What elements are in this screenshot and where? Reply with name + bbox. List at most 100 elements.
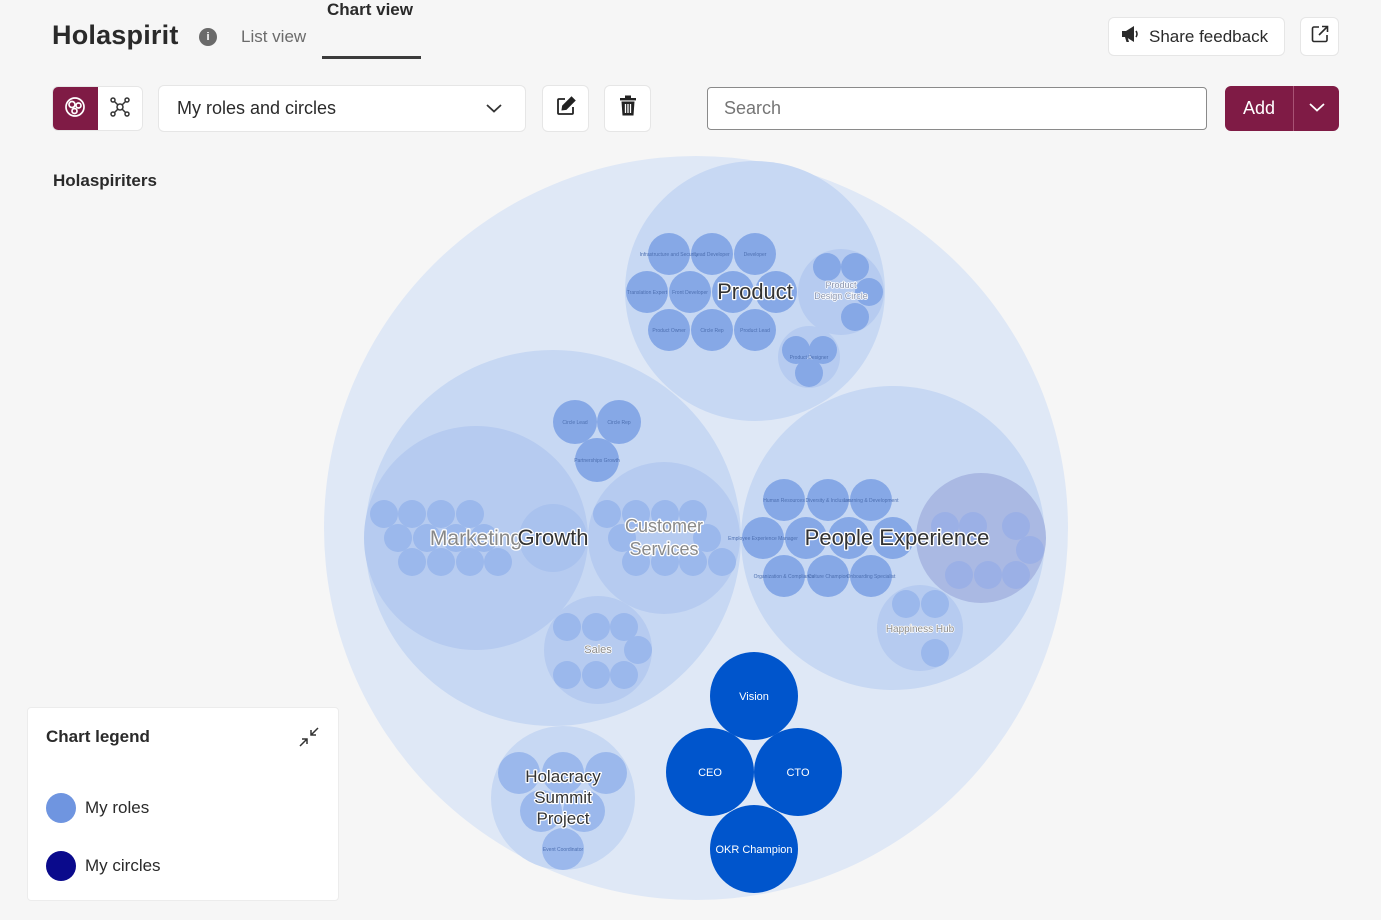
- role-bubble[interactable]: [456, 500, 484, 528]
- role-bubble[interactable]: [553, 661, 581, 689]
- role-bubble[interactable]: [456, 548, 484, 576]
- chevron-down-icon: [1308, 100, 1326, 118]
- delete-filter-button[interactable]: [604, 85, 651, 132]
- tab-list-view[interactable]: List view: [241, 27, 306, 47]
- role-label: Lead Developer: [694, 252, 730, 258]
- role-bubble[interactable]: [795, 359, 823, 387]
- role-label: Circle Rep: [607, 420, 631, 426]
- role-label: Event Coordinator: [543, 847, 584, 853]
- add-button[interactable]: Add: [1225, 86, 1293, 131]
- legend-label-my-roles: My roles: [85, 798, 150, 817]
- role-label: Learning & Development: [843, 498, 899, 504]
- role-bubble[interactable]: [921, 590, 949, 618]
- edit-filter-button[interactable]: [542, 85, 589, 132]
- circle-pack-icon: [64, 96, 86, 123]
- circle-product-label: Product: [717, 279, 793, 304]
- role-bubble[interactable]: [553, 613, 581, 641]
- role-bubble[interactable]: [427, 548, 455, 576]
- collapse-icon: [298, 727, 320, 752]
- circle-growth-label: Growth: [518, 525, 589, 550]
- role-bubble[interactable]: [1016, 536, 1044, 564]
- role-label: Circle Rep: [700, 328, 724, 334]
- legend-title: Chart legend: [46, 727, 150, 746]
- organization-name: Holaspiriters: [53, 171, 157, 190]
- role-bubble[interactable]: [370, 500, 398, 528]
- role-label: Employee Experience Manager: [728, 536, 798, 542]
- active-tab-indicator: [322, 56, 421, 59]
- role-bubble[interactable]: [427, 500, 455, 528]
- add-button-group: Add: [1225, 86, 1339, 131]
- trash-icon: [619, 95, 637, 122]
- external-link-icon: [1310, 24, 1330, 49]
- legend-swatch-my-roles: [46, 793, 76, 823]
- search-input[interactable]: [707, 87, 1207, 130]
- filter-dropdown-value: My roles and circles: [177, 98, 337, 118]
- open-external-button[interactable]: [1300, 17, 1339, 56]
- role-vision-label: Vision: [739, 691, 769, 703]
- circle-product-design-label-line: Design Circle: [814, 291, 868, 301]
- role-label: Partnerships Growth: [574, 458, 620, 464]
- circle-customer-services-label-line: Customer: [625, 516, 703, 536]
- role-bubble[interactable]: [582, 661, 610, 689]
- edit-icon: [555, 95, 577, 122]
- role-label: Human Resources: [763, 498, 805, 504]
- circle-people-experience-label: People Experience: [805, 525, 990, 550]
- role-label: Front Developer: [672, 290, 708, 296]
- circle-holacracy-summit-label-line: Summit: [534, 788, 592, 807]
- role-label: Translation Expert: [627, 290, 668, 296]
- chart-legend: Chart legend My roles My circles: [27, 707, 339, 901]
- legend-item-my-circles: My circles: [46, 851, 161, 881]
- circle-customer-services-label-line: Services: [629, 539, 698, 559]
- share-feedback-button[interactable]: Share feedback: [1108, 17, 1285, 56]
- role-okr-champion-label: OKR Champion: [715, 844, 792, 856]
- share-feedback-label: Share feedback: [1149, 26, 1269, 46]
- role-bubble[interactable]: [384, 524, 412, 552]
- role-bubble[interactable]: [945, 561, 973, 589]
- role-bubble[interactable]: [610, 661, 638, 689]
- role-bubble[interactable]: [708, 548, 736, 576]
- circle-marketing-label: Marketing: [430, 527, 522, 550]
- circle-holacracy-summit-label-line: Holacracy: [525, 767, 601, 786]
- role-bubble[interactable]: [398, 548, 426, 576]
- role-label: Circle Lead: [562, 420, 588, 426]
- add-options-button[interactable]: [1294, 86, 1339, 131]
- role-bubble[interactable]: [813, 253, 841, 281]
- role-label: Product Lead: [740, 328, 770, 334]
- role-bubble[interactable]: [1002, 561, 1030, 589]
- role-label: Product Designer: [790, 355, 829, 361]
- role-bubble[interactable]: [921, 639, 949, 667]
- role-bubble[interactable]: [1002, 512, 1030, 540]
- role-label: Infrastructure and Security: [640, 252, 699, 258]
- role-bubble[interactable]: [892, 590, 920, 618]
- role-bubble[interactable]: [841, 303, 869, 331]
- role-label: Organization & Compliance: [754, 574, 815, 580]
- legend-item-my-roles: My roles: [46, 793, 149, 823]
- filter-dropdown[interactable]: My roles and circles: [158, 85, 526, 132]
- circle-product-design-label-line: Product: [825, 280, 857, 290]
- role-label: Product Owner: [652, 328, 686, 334]
- network-view-button[interactable]: [97, 87, 142, 130]
- role-bubble[interactable]: [841, 253, 869, 281]
- role-ceo-label: CEO: [698, 767, 722, 779]
- role-cto-label: CTO: [786, 767, 809, 779]
- role-label: Culture Champion: [808, 574, 849, 580]
- circle-holacracy-summit-label-line: Project: [537, 809, 590, 828]
- circle-pack-view-button[interactable]: [53, 87, 98, 130]
- role-bubble[interactable]: [974, 561, 1002, 589]
- role-bubble[interactable]: [624, 636, 652, 664]
- role-bubble[interactable]: [484, 548, 512, 576]
- network-icon: [109, 96, 131, 123]
- role-bubble[interactable]: [593, 500, 621, 528]
- chevron-down-icon: [485, 98, 503, 119]
- collapse-legend-button[interactable]: [298, 726, 322, 750]
- info-icon[interactable]: i: [199, 28, 217, 46]
- legend-label-my-circles: My circles: [85, 856, 161, 875]
- circle-happiness-hub-label: Happiness Hub: [886, 624, 955, 635]
- role-bubble[interactable]: [582, 613, 610, 641]
- role-bubble[interactable]: [398, 500, 426, 528]
- role-label: Developer: [744, 252, 767, 258]
- role-label: Onboarding Specialist: [847, 574, 897, 580]
- circle-sales-label: Sales: [584, 644, 612, 656]
- app-title: Holaspirit: [52, 20, 179, 50]
- megaphone-icon: [1120, 25, 1140, 48]
